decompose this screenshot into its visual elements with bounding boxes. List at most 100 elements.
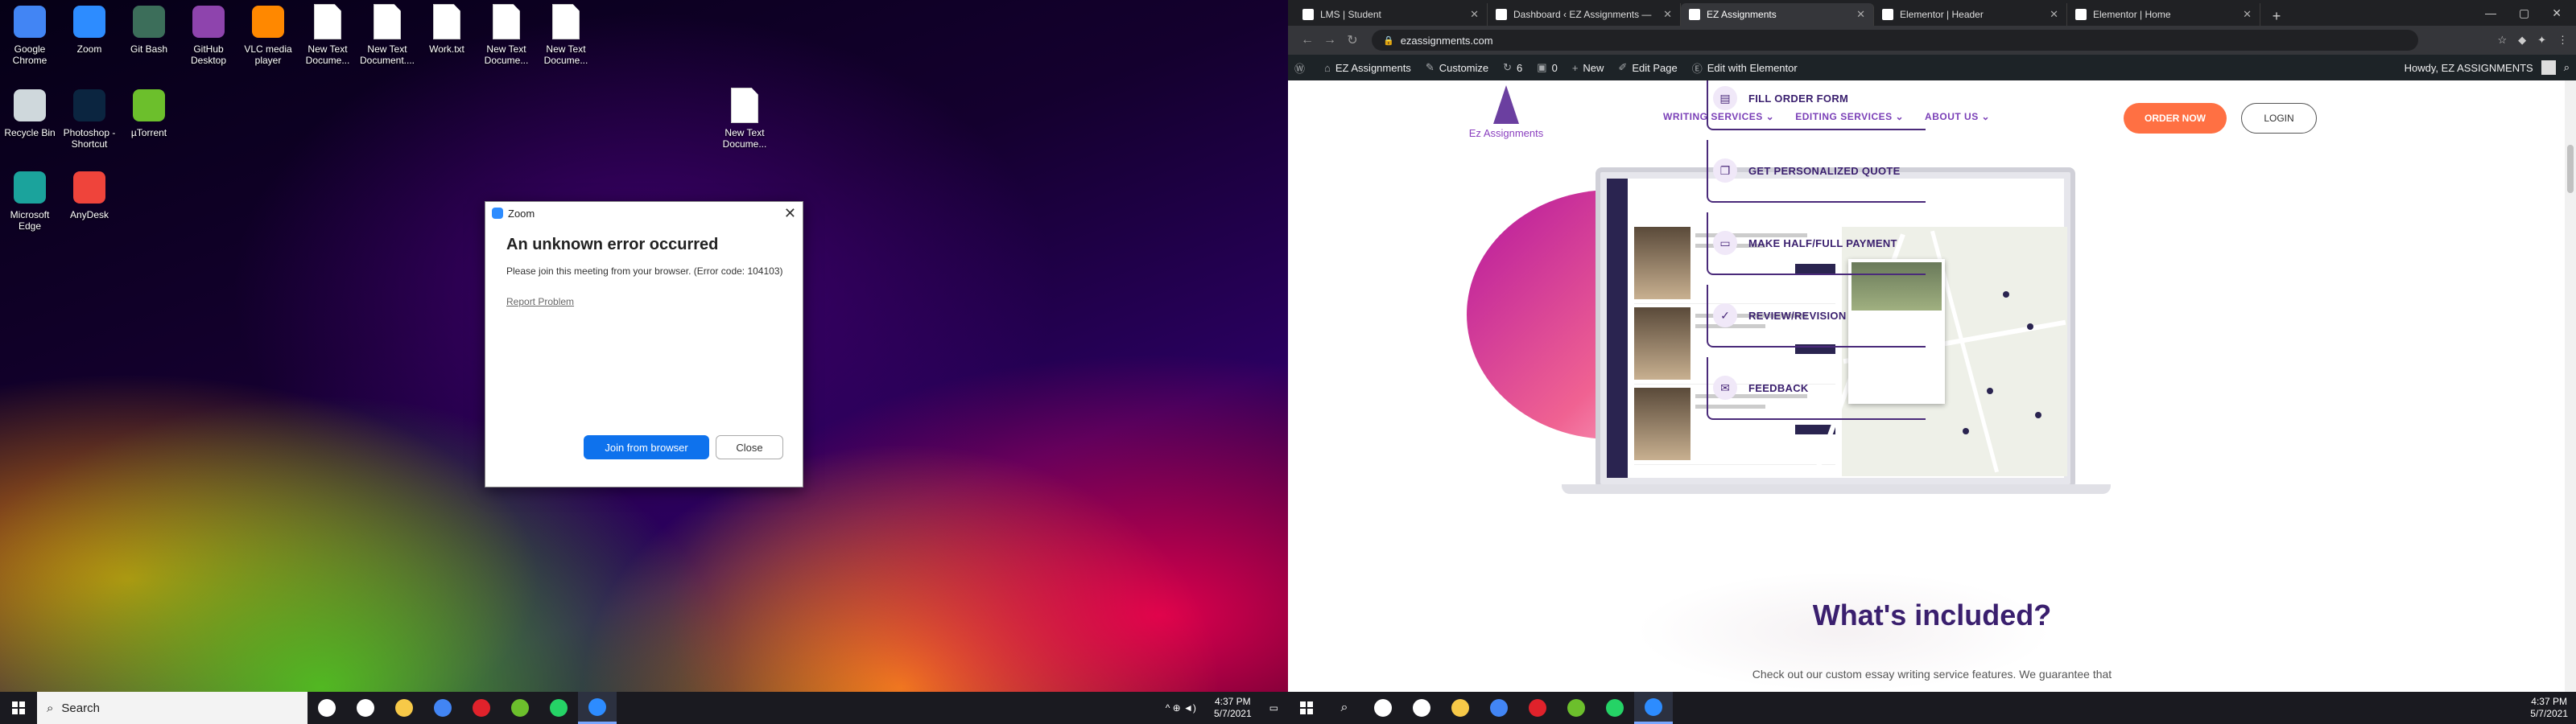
desktop-icon[interactable]: New Text Document.... [359, 3, 415, 66]
reload-icon[interactable]: ↻ [1341, 32, 1364, 48]
start-button[interactable] [0, 692, 37, 724]
wordpress-logo-icon[interactable]: Ⓦ [1294, 60, 1310, 76]
page-scrollbar[interactable] [2565, 80, 2576, 692]
taskbar-app[interactable] [385, 692, 423, 724]
taskbar-search[interactable]: ⌕ Search [37, 692, 308, 724]
bookmark-star-icon[interactable]: ☆ [2497, 34, 2507, 47]
scrollbar-thumb[interactable] [2567, 145, 2574, 193]
desktop-icon[interactable]: New Text Docume... [716, 87, 773, 150]
taskbar-app[interactable] [1402, 692, 1441, 724]
close-window-icon[interactable]: ✕ [2552, 6, 2562, 20]
tab-close-icon[interactable]: ✕ [1663, 8, 1672, 21]
taskbar-app[interactable] [1364, 692, 1402, 724]
order-step[interactable]: ▭ MAKE HALF/FULL PAYMENT [1707, 212, 1926, 275]
admin-bar-account[interactable]: Howdy, EZ ASSIGNMENTS ⌕ [2405, 60, 2570, 75]
zoom-icon [71, 3, 108, 40]
cortana-icon [318, 699, 336, 717]
desktop-icon-label: New Text Docume... [484, 43, 529, 66]
start-button[interactable] [1288, 692, 1325, 724]
extension-icon[interactable]: ◆ [2518, 34, 2526, 47]
desktop-icon[interactable]: New Text Docume... [299, 3, 356, 66]
taskbar-app[interactable] [308, 692, 346, 724]
taskbar-app[interactable] [1596, 692, 1634, 724]
admin-bar-item[interactable]: ✎ Customize [1426, 60, 1488, 76]
new-tab-button[interactable]: + [2267, 6, 2286, 26]
taskbar-app[interactable] [1518, 692, 1557, 724]
taskbar-app[interactable] [346, 692, 385, 724]
tray-icons[interactable]: ^ ⊕ ◄) [1166, 702, 1196, 714]
forward-icon[interactable]: → [1319, 33, 1341, 47]
url-input[interactable]: 🔒 ezassignments.com [1372, 30, 2418, 51]
desktop-icon[interactable]: New Text Docume... [538, 3, 594, 66]
tab-close-icon[interactable]: ✕ [2050, 8, 2058, 21]
back-icon[interactable]: ← [1296, 33, 1319, 47]
desktop-icon[interactable]: AnyDesk [61, 169, 118, 220]
browser-tab[interactable]: Dashboard ‹ EZ Assignments — ✕ [1488, 3, 1681, 26]
desktop-icon[interactable]: Photoshop - Shortcut [61, 87, 118, 150]
browser-tab[interactable]: Elementor | Home ✕ [2067, 3, 2260, 26]
desktop-icon[interactable]: Zoom [61, 3, 118, 55]
clock[interactable]: 4:37 PM 5/7/2021 [1206, 696, 1260, 720]
search-icon[interactable]: ⌕ [2564, 61, 2570, 74]
nav-item[interactable]: ABOUT US ⌄ [1925, 111, 1990, 122]
dialog-close-icon[interactable]: ✕ [784, 205, 796, 222]
order-step[interactable]: ✉ FEEDBACK [1707, 357, 1926, 420]
tab-close-icon[interactable]: ✕ [1856, 8, 1865, 21]
taskbar-app[interactable] [1441, 692, 1480, 724]
admin-bar-label: Edit with Elementor [1707, 61, 1798, 74]
notification-icon[interactable]: ▭ [1260, 702, 1288, 714]
close-button[interactable]: Close [716, 435, 783, 459]
extension-icons: ☆ ◆ ✦ ⋮ [2497, 34, 2568, 47]
login-button[interactable]: LOGIN [2241, 103, 2317, 134]
desktop-icon[interactable]: Microsoft Edge [2, 169, 58, 232]
taskbar-app[interactable] [539, 692, 578, 724]
puzzle-icon[interactable]: ✦ [2537, 34, 2546, 47]
desktop-icon[interactable]: New Text Docume... [478, 3, 535, 66]
clock[interactable]: 4:37 PM 5/7/2021 [2522, 696, 2576, 720]
desktop-icon-label: Recycle Bin [4, 127, 56, 138]
taskbar-app[interactable] [1634, 692, 1673, 724]
tab-title: Elementor | Header [1900, 9, 1984, 20]
desktop-icon[interactable]: µTorrent [121, 87, 177, 138]
maximize-icon[interactable]: ▢ [2519, 6, 2529, 20]
desktop-icon[interactable]: Work.txt [419, 3, 475, 55]
desktop-icon-label: Git Bash [130, 43, 168, 55]
site-logo[interactable]: Ez Assignments [1462, 85, 1550, 139]
report-problem-link[interactable]: Report Problem [506, 296, 574, 307]
browser-tab[interactable]: Elementor | Header ✕ [1874, 3, 2067, 26]
windows-icon [12, 701, 25, 714]
minimize-icon[interactable]: — [2485, 6, 2496, 19]
order-step[interactable]: ✓ REVIEW/REVISION [1707, 285, 1926, 348]
taskbar-app[interactable] [1557, 692, 1596, 724]
right-monitor: LMS | Student ✕ Dashboard ‹ EZ Assignments… [1288, 0, 2576, 724]
admin-bar-item[interactable]: ▣ 0 [1537, 60, 1558, 76]
tab-close-icon[interactable]: ✕ [1470, 8, 1479, 21]
join-from-browser-button[interactable]: Join from browser [584, 435, 709, 459]
admin-bar-item[interactable]: + New [1572, 60, 1604, 76]
order-step[interactable]: ❐ GET PERSONALIZED QUOTE [1707, 140, 1926, 203]
search-icon[interactable]: ⌕ [1325, 692, 1364, 724]
taskbar-app[interactable] [501, 692, 539, 724]
dialog-message: Please join this meeting from your brows… [506, 265, 783, 277]
taskbar-app[interactable] [462, 692, 501, 724]
taskbar-app[interactable] [1480, 692, 1518, 724]
order-step[interactable]: ▤ FILL ORDER FORM [1707, 80, 1926, 130]
browser-tab[interactable]: EZ Assignments ✕ [1681, 3, 1874, 26]
admin-bar-item[interactable]: ✐ Edit Page [1618, 60, 1677, 76]
admin-bar-item[interactable]: Ⓔ Edit with Elementor [1692, 60, 1798, 76]
desktop-icon[interactable]: Recycle Bin [2, 87, 58, 138]
desktop-icon[interactable]: Git Bash [121, 3, 177, 55]
menu-icon[interactable]: ⋮ [2557, 34, 2568, 47]
desktop-icon[interactable]: GitHub Desktop [180, 3, 237, 66]
desktop-icon[interactable]: VLC media player [240, 3, 296, 66]
taskbar-apps [308, 692, 617, 724]
order-now-button[interactable]: ORDER NOW [2124, 103, 2227, 134]
taskbar-app[interactable] [423, 692, 462, 724]
taskbar-app[interactable] [578, 692, 617, 724]
favicon-icon [2075, 9, 2087, 20]
admin-bar-item[interactable]: ⌂ EZ Assignments [1324, 60, 1411, 76]
browser-tab[interactable]: LMS | Student ✕ [1294, 3, 1488, 26]
admin-bar-item[interactable]: ↻ 6 [1503, 60, 1522, 76]
tab-close-icon[interactable]: ✕ [2243, 8, 2252, 21]
desktop-icon[interactable]: Google Chrome [2, 3, 58, 66]
